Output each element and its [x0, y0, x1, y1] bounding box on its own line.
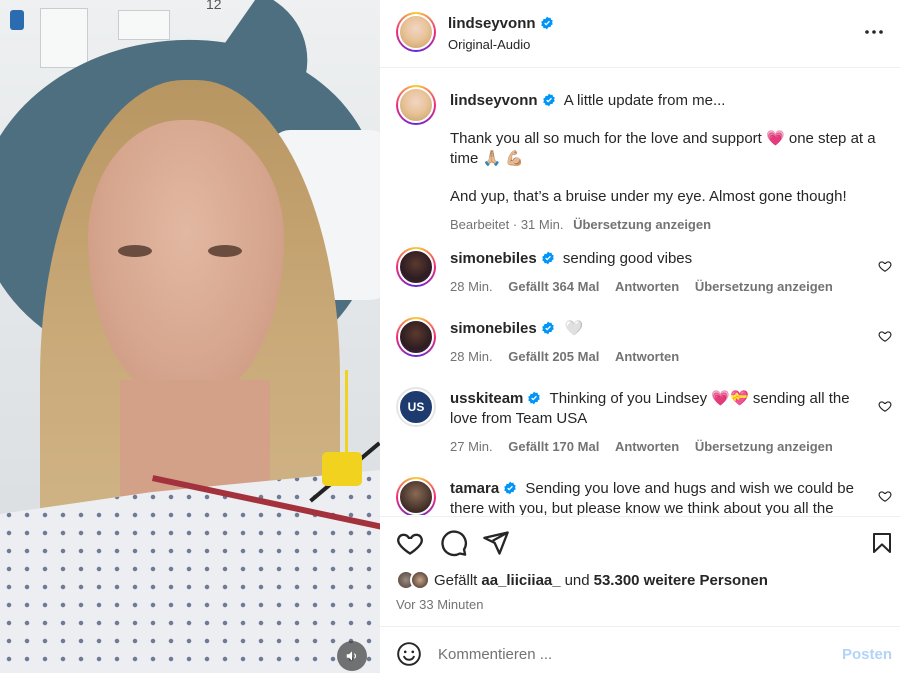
like-heart-icon[interactable] [396, 529, 424, 557]
likes-summary: Gefällt aa_liiciiaa_ und 53.300 weitere … [396, 570, 768, 590]
caption-line-3: And yup, that’s a bruise under my eye. A… [450, 188, 847, 205]
bookmark-icon[interactable] [870, 529, 894, 557]
caption-meta: Bearbeitet · 31 Min. Übersetzung anzeige… [450, 215, 886, 235]
comment-like-icon[interactable] [878, 399, 892, 413]
wall-number: 12 [206, 0, 222, 12]
comment-username[interactable]: simonebiles [450, 320, 537, 337]
verified-badge-icon [540, 16, 553, 30]
verified-badge-icon [542, 93, 555, 107]
comments-scroll-area[interactable]: lindseyvonn A little update from me... T… [380, 69, 900, 515]
audio-label[interactable]: Original-Audio [448, 37, 554, 52]
caption-line-1: A little update from me... [563, 92, 726, 109]
comment-body: tamara Sending you love and hugs and wis… [450, 479, 870, 515]
translate-link[interactable]: Übersetzung anzeigen [695, 279, 833, 294]
reply-button[interactable]: Antworten [615, 279, 679, 294]
yellow-clip [322, 452, 362, 486]
comment-avatar[interactable] [396, 317, 436, 357]
more-icon [865, 30, 883, 34]
comment-input[interactable] [438, 640, 828, 668]
comment-avatar[interactable]: US [396, 387, 436, 427]
volume-button[interactable] [337, 641, 367, 671]
comment-avatar[interactable] [396, 247, 436, 287]
caption-text: lindseyvonn A little update from me... T… [450, 91, 886, 235]
verified-badge-icon [504, 481, 516, 495]
author-info: lindseyvonn Original-Audio [448, 15, 554, 52]
comment-text: sending good vibes [562, 250, 693, 267]
post-sidebar: lindseyvonn Original-Audio lindseyvonn A… [380, 0, 900, 673]
verified-badge-icon [541, 251, 554, 265]
comment-time: 28 Min. [450, 349, 493, 364]
comment-username[interactable]: usskiteam [450, 390, 523, 407]
comment-username[interactable]: simonebiles [450, 250, 537, 267]
post-timestamp[interactable]: Vor 33 Minuten [396, 597, 483, 612]
author-username[interactable]: lindseyvonn [448, 15, 536, 32]
comment-time: 28 Min. [450, 279, 493, 294]
comment-likes[interactable]: Gefällt 364 Mal [508, 279, 599, 294]
author-avatar[interactable] [396, 12, 436, 52]
verified-badge-icon [541, 321, 554, 335]
emoji-smiley-icon[interactable] [396, 641, 422, 667]
reply-button[interactable]: Antworten [615, 349, 679, 364]
wall-panel [40, 8, 88, 68]
likes-prefix: Gefällt [434, 571, 478, 589]
share-paper-plane-icon[interactable] [482, 529, 510, 557]
comment-likes[interactable]: Gefällt 170 Mal [508, 439, 599, 454]
post-media[interactable]: 12 [0, 0, 380, 673]
wall-outlet [10, 10, 24, 30]
comment-text: 🤍 [564, 320, 584, 337]
likes-user[interactable]: aa_liiciiaa_ [481, 572, 560, 589]
comment-body: simonebiles sending good vibes 28 Min. G… [450, 249, 870, 297]
person-face [88, 120, 284, 400]
likes-middle: und [564, 571, 590, 589]
comment-meta: 28 Min. Gefällt 205 Mal Antworten [450, 347, 870, 367]
post-comment-button[interactable]: Posten [842, 646, 892, 663]
liker-avatar [410, 570, 430, 590]
reply-button[interactable]: Antworten [615, 439, 679, 454]
caption-line-2: Thank you all so much for the love and s… [450, 130, 876, 167]
comment-avatar[interactable] [396, 477, 436, 515]
post-header: lindseyvonn Original-Audio [380, 0, 900, 68]
likes-count[interactable]: 53.300 weitere Personen [594, 572, 768, 589]
action-bar [380, 516, 900, 568]
comment-time: 27 Min. [450, 439, 493, 454]
caption-avatar[interactable] [396, 85, 436, 125]
wall-panel [118, 10, 170, 40]
comment-username[interactable]: tamara [450, 480, 499, 497]
comment-meta: 28 Min. Gefällt 364 Mal Antworten Überse… [450, 277, 870, 297]
caption-username[interactable]: lindseyvonn [450, 92, 538, 109]
comment-bar: Posten [380, 626, 900, 673]
person-eye [208, 245, 242, 257]
comment-meta: 27 Min. Gefällt 170 Mal Antworten Überse… [450, 437, 870, 457]
caption-edited-time: Bearbeitet · 31 Min. [450, 217, 564, 232]
person-eye [118, 245, 152, 257]
translate-link[interactable]: Übersetzung anzeigen [573, 217, 711, 232]
verified-badge-icon [528, 391, 541, 405]
speaker-icon [346, 651, 357, 661]
comment-like-icon[interactable] [878, 329, 892, 343]
comment-like-icon[interactable] [878, 259, 892, 273]
comment-body: usskiteam Thinking of you Lindsey 💗💝 sen… [450, 389, 870, 457]
usskiteam-logo: US [398, 389, 434, 425]
comment-likes[interactable]: Gefällt 205 Mal [508, 349, 599, 364]
comment-like-icon[interactable] [878, 489, 892, 503]
yellow-wire [345, 370, 348, 460]
comment-body: simonebiles 🤍 28 Min. Gefällt 205 Mal An… [450, 319, 870, 367]
translate-link[interactable]: Übersetzung anzeigen [695, 439, 833, 454]
comment-bubble-icon[interactable] [440, 529, 468, 557]
more-options-button[interactable] [860, 20, 888, 44]
